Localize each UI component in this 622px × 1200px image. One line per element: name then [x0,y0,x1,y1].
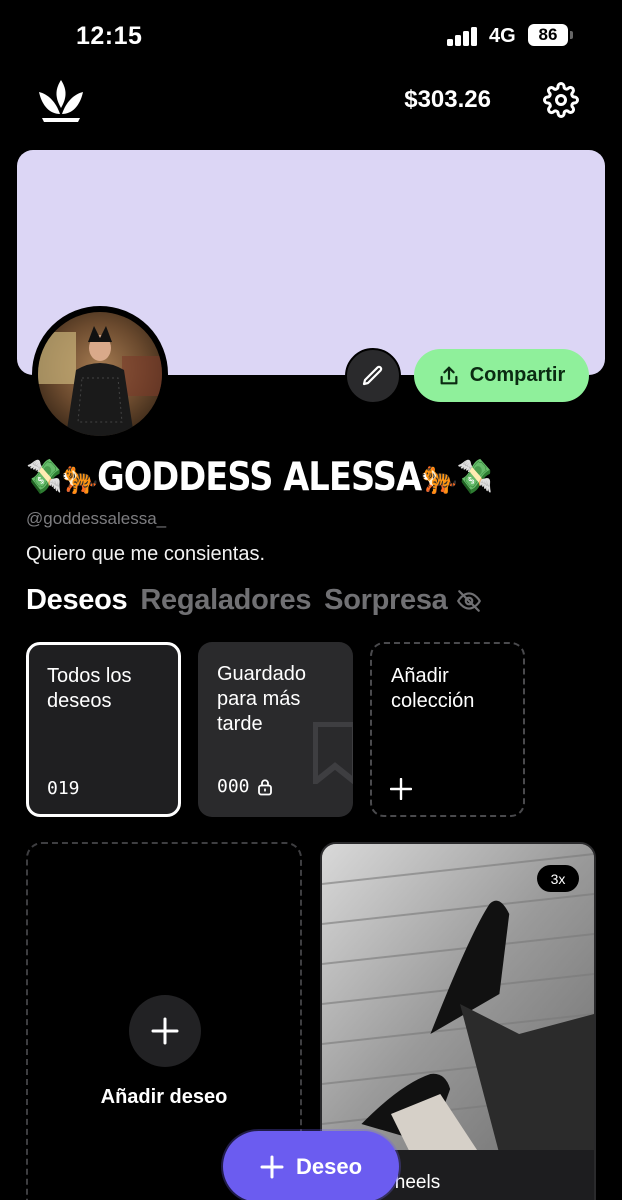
bookmark-icon [313,722,353,784]
name-prefix-emoji: 💸🐅 [26,457,98,497]
profile-bio: Quiero que me consientas. [26,543,266,565]
collection-count-value: 019 [47,778,80,799]
share-button[interactable]: Compartir [414,349,589,402]
battery-tip [570,31,573,39]
edit-profile-button[interactable] [345,348,401,404]
collection-title: Añadir colección [391,665,475,712]
plus-icon [390,778,412,800]
plus-icon [260,1155,284,1178]
plus-icon [151,1017,179,1045]
quantity-badge: 3x [537,865,579,892]
add-wish-plus-button[interactable] [129,995,201,1067]
collection-count: 019 [47,778,80,799]
settings-gear-icon[interactable] [543,82,579,118]
tab-gifters[interactable]: Regaladores [140,584,311,617]
profile-handle: @goddessalessa_ [26,509,167,528]
app-logo-icon[interactable] [36,78,86,122]
cellular-signal-icon [447,27,479,46]
profile-avatar[interactable] [32,306,168,442]
profile-name-text: GODDESS ALESSA [97,454,422,500]
status-time: 12:15 [76,22,143,50]
collection-all-wishes[interactable]: Todos los deseos 019 [26,642,181,817]
battery-icon: 86 [528,24,568,46]
collection-title: Todos los deseos [47,665,132,712]
lock-icon [257,778,272,795]
pencil-icon [362,365,383,386]
network-type: 4G [489,25,516,47]
tab-wishes[interactable]: Deseos [26,584,128,617]
eye-off-icon[interactable] [456,588,482,614]
collection-count: 000 [217,776,274,797]
add-wish-label: Añadir deseo [100,1086,228,1108]
share-upload-icon [440,366,458,384]
profile-tabs: Deseos Regaladores Sorpresa [26,584,482,617]
add-wish-fab-button[interactable]: Deseo [223,1131,399,1200]
name-suffix-emoji: 🐅💸 [421,457,493,497]
collection-saved-for-later[interactable]: Guardado para más tarde 000 [198,642,353,817]
status-bar: 12:15 4G 86 [0,0,622,72]
profile-name: 💸🐅 GODDESS ALESSA 🐅💸 [26,448,525,506]
share-label: Compartir [469,364,566,386]
add-collection-card[interactable]: Añadir colección [370,642,525,817]
tab-surprise[interactable]: Sorpresa [324,584,448,617]
wallet-balance[interactable]: $303.26 [404,86,491,114]
fab-label: Deseo [295,1153,363,1179]
collection-count-value: 000 [217,776,250,797]
